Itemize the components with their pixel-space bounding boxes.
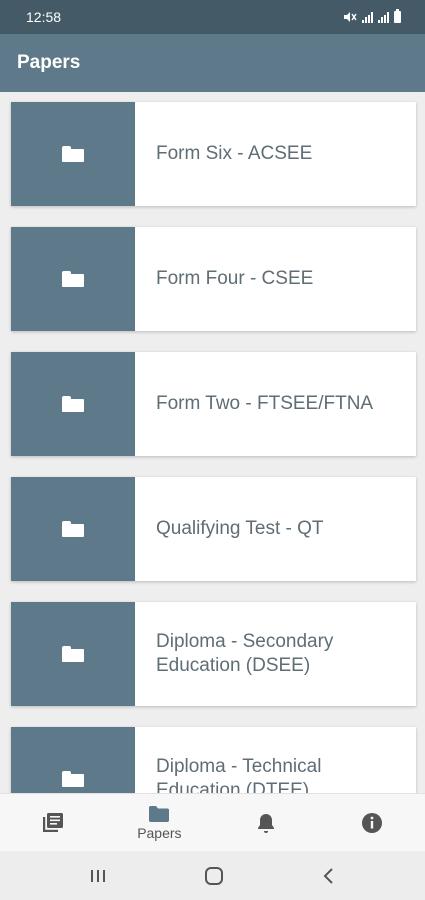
- status-time: 12:58: [26, 9, 62, 25]
- folder-icon: [62, 271, 84, 287]
- info-icon: [361, 812, 382, 833]
- battery-icon: [394, 9, 401, 23]
- nav-notifications[interactable]: [213, 794, 319, 851]
- folder-icon: [149, 805, 170, 822]
- paper-title: Form Two - FTSEE/FTNA: [156, 393, 374, 414]
- status-bar: 12:58: [0, 0, 425, 34]
- paper-card-csee[interactable]: Form Four - CSEE: [11, 227, 416, 331]
- nav-library[interactable]: [0, 794, 106, 851]
- paper-card-dsee[interactable]: Diploma - Secondary Education (DSEE): [11, 602, 416, 706]
- app-bar: Papers: [0, 34, 425, 92]
- card-thumbnail: [11, 102, 135, 206]
- folder-icon: [62, 396, 84, 412]
- back-icon[interactable]: [321, 867, 337, 885]
- paper-title: Qualifying Test - QT: [156, 518, 324, 539]
- status-icons: [343, 9, 401, 23]
- card-thumbnail: [11, 227, 135, 331]
- card-thumbnail: [11, 477, 135, 581]
- page-title: Papers: [17, 52, 81, 73]
- library-icon: [43, 812, 64, 832]
- card-thumbnail: [11, 352, 135, 456]
- paper-title: Diploma - Technical Education (DTEE): [156, 756, 322, 793]
- folder-icon: [62, 146, 84, 162]
- card-thumbnail: [11, 602, 135, 706]
- signal-icon: [362, 11, 373, 23]
- paper-card-ftsee[interactable]: Form Two - FTSEE/FTNA: [11, 352, 416, 456]
- paper-title: Diploma - Secondary Education (DSEE): [156, 631, 334, 676]
- mute-icon: [344, 12, 357, 22]
- paper-title: Form Four - CSEE: [156, 268, 314, 289]
- recent-apps-icon[interactable]: [88, 868, 108, 884]
- nav-papers-label: Papers: [137, 824, 182, 841]
- bottom-navigation: Papers: [0, 793, 425, 851]
- folder-icon: [62, 646, 84, 662]
- folder-icon: [62, 771, 84, 787]
- nav-info[interactable]: [319, 794, 425, 851]
- paper-card-dtee[interactable]: Diploma - Technical Education (DTEE): [11, 727, 416, 793]
- paper-card-qt[interactable]: Qualifying Test - QT: [11, 477, 416, 581]
- bell-icon: [257, 813, 274, 833]
- papers-list[interactable]: Form Six - ACSEE Form Four - CSEE Form T…: [0, 92, 425, 793]
- home-icon[interactable]: [204, 866, 224, 886]
- nav-papers[interactable]: Papers: [106, 794, 212, 851]
- paper-card-acsee[interactable]: Form Six - ACSEE: [11, 102, 416, 206]
- signal-icon-2: [378, 11, 389, 23]
- paper-title: Form Six - ACSEE: [156, 143, 313, 164]
- system-navigation-bar: [0, 851, 425, 900]
- card-thumbnail: [11, 727, 135, 793]
- folder-icon: [62, 521, 84, 537]
